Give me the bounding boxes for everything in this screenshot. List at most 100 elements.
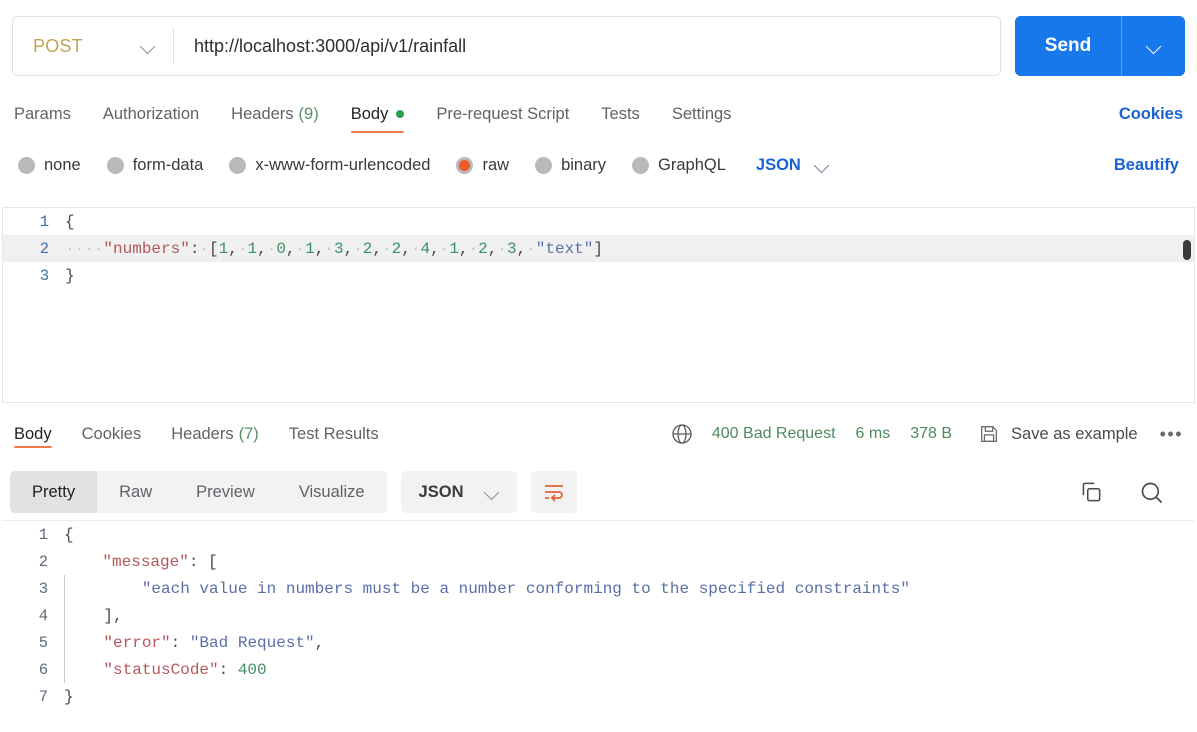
send-options-dropdown[interactable] [1122, 16, 1185, 76]
editor-vertical-scrollbar[interactable] [1183, 240, 1191, 260]
response-tab-test-results[interactable]: Test Results [289, 412, 379, 456]
search-button[interactable] [1138, 479, 1165, 506]
wrap-lines-button[interactable] [531, 471, 578, 513]
cookies-link[interactable]: Cookies [1119, 105, 1183, 124]
tab-pre-request-script[interactable]: Pre-request Script [436, 92, 569, 136]
code-token: · [295, 239, 306, 258]
radio-icon[interactable] [535, 156, 553, 174]
response-time: 6 ms [855, 425, 891, 442]
tab-label: Tests [601, 104, 640, 123]
code-line[interactable]: 2 ····"numbers":·[1,·1,·0,·1,·3,·2,·2,·4,… [3, 235, 1194, 262]
code-token: ] [593, 239, 603, 258]
request-code-area[interactable]: 1{2 ····"numbers":·[1,·1,·0,·1,·3,·2,·2,·… [3, 208, 1194, 289]
tab-authorization[interactable]: Authorization [103, 92, 199, 136]
tab-headers[interactable]: Headers (9) [231, 92, 319, 136]
raw-format-dropdown[interactable]: JSON [756, 156, 829, 175]
response-tab-body[interactable]: Body [14, 412, 52, 456]
response-format-dropdown[interactable]: JSON [400, 471, 518, 513]
code-text: { [65, 213, 1194, 231]
code-token: , [487, 239, 498, 258]
code-token: } [65, 266, 75, 285]
code-text: } [65, 267, 1194, 285]
body-type-form-data[interactable]: form-data [106, 155, 204, 175]
url-input[interactable] [174, 17, 1000, 75]
response-meta: 400 Bad Request 6 ms 378 B Save as examp… [670, 422, 1183, 446]
body-type-x-www-form-urlencoded[interactable]: x-www-form-urlencoded [229, 156, 430, 175]
view-mode-pretty[interactable]: Pretty [10, 471, 98, 513]
response-tab-bar: Body Cookies Headers (7) Test Results 40… [0, 408, 1197, 460]
code-line[interactable]: 5 "error": "Bad Request", [2, 629, 1195, 656]
code-token: 2 [362, 239, 373, 258]
code-token: · [526, 239, 536, 258]
view-mode-preview[interactable]: Preview [174, 471, 277, 513]
save-as-example-label: Save as example [1011, 424, 1138, 443]
view-mode-visualize[interactable]: Visualize [277, 471, 387, 513]
view-mode-raw[interactable]: Raw [97, 471, 174, 513]
tab-label: Headers [231, 104, 294, 123]
code-token: : [188, 552, 209, 571]
http-method-dropdown[interactable]: POST [13, 17, 173, 75]
code-line[interactable]: 1{ [3, 208, 1194, 235]
code-token: : [218, 660, 238, 679]
tab-count: (9) [298, 104, 319, 123]
code-line[interactable]: 3 "each value in numbers must be a numbe… [2, 575, 1195, 602]
code-token: · [468, 239, 479, 258]
response-toolbar-actions [1078, 479, 1187, 506]
chevron-down-icon [485, 485, 499, 499]
response-tab-cookies[interactable]: Cookies [82, 412, 142, 456]
radio-selected-icon[interactable] [456, 156, 474, 174]
code-token: · [497, 239, 507, 258]
line-number: 3 [39, 266, 49, 285]
body-type-raw[interactable]: raw [456, 156, 509, 175]
code-token: "numbers" [103, 239, 190, 258]
code-line[interactable]: 7} [2, 683, 1195, 710]
body-type-label: form-data [132, 155, 204, 174]
body-type-none[interactable]: none [18, 156, 81, 175]
request-tab-bar: Params Authorization Headers (9) Body Pr… [0, 92, 1197, 136]
tab-body[interactable]: Body [350, 92, 405, 136]
radio-icon[interactable] [18, 156, 35, 174]
code-token: , [372, 239, 383, 258]
code-line[interactable]: 4 ], [2, 602, 1195, 629]
code-text: "message": [ [64, 553, 1195, 571]
request-body-editor[interactable]: 1{2 ····"numbers":·[1,·1,·0,·1,·3,·2,·2,·… [2, 207, 1195, 403]
dirty-dot-icon [396, 110, 405, 118]
radio-icon[interactable] [106, 156, 124, 174]
line-number: 5 [38, 633, 48, 652]
response-body-editor[interactable]: 1{2 "message": [3 "each value in numbers… [2, 520, 1195, 730]
code-token: "Bad Request" [189, 633, 315, 652]
tab-params[interactable]: Params [14, 92, 71, 136]
code-token: [ [208, 552, 218, 571]
code-token: 0 [276, 239, 286, 258]
code-line[interactable]: 1{ [2, 521, 1195, 548]
code-line[interactable]: 6 "statusCode": 400 [2, 656, 1195, 683]
body-type-binary[interactable]: binary [535, 156, 606, 175]
body-type-label: binary [561, 155, 607, 174]
code-line[interactable]: 2 "message": [ [2, 548, 1195, 575]
code-token: , [516, 239, 527, 258]
radio-icon[interactable] [632, 156, 650, 174]
send-button[interactable]: Send [1015, 16, 1121, 76]
tab-tests[interactable]: Tests [601, 92, 640, 136]
code-token: , [401, 239, 411, 258]
code-token: 1 [218, 239, 229, 258]
code-token: , [257, 239, 267, 258]
chevron-down-icon [1147, 39, 1161, 53]
body-type-graphql[interactable]: GraphQL [632, 156, 726, 175]
response-tab-headers[interactable]: Headers (7) [171, 412, 259, 456]
copy-button[interactable] [1078, 479, 1104, 505]
code-token: , [314, 633, 325, 652]
radio-icon[interactable] [229, 156, 247, 174]
tab-settings[interactable]: Settings [672, 92, 732, 136]
more-options-icon[interactable]: ••• [1160, 424, 1183, 445]
code-line[interactable]: 3} [3, 262, 1194, 289]
response-code-area[interactable]: 1{2 "message": [3 "each value in numbers… [2, 521, 1195, 710]
editor-horizontal-scrollbar[interactable] [3, 395, 1194, 402]
code-token: · [266, 239, 277, 258]
code-token: : [170, 633, 190, 652]
save-as-example-button[interactable]: Save as example [978, 423, 1138, 445]
line-number: 7 [38, 687, 48, 706]
beautify-button[interactable]: Beautify [1114, 156, 1179, 175]
